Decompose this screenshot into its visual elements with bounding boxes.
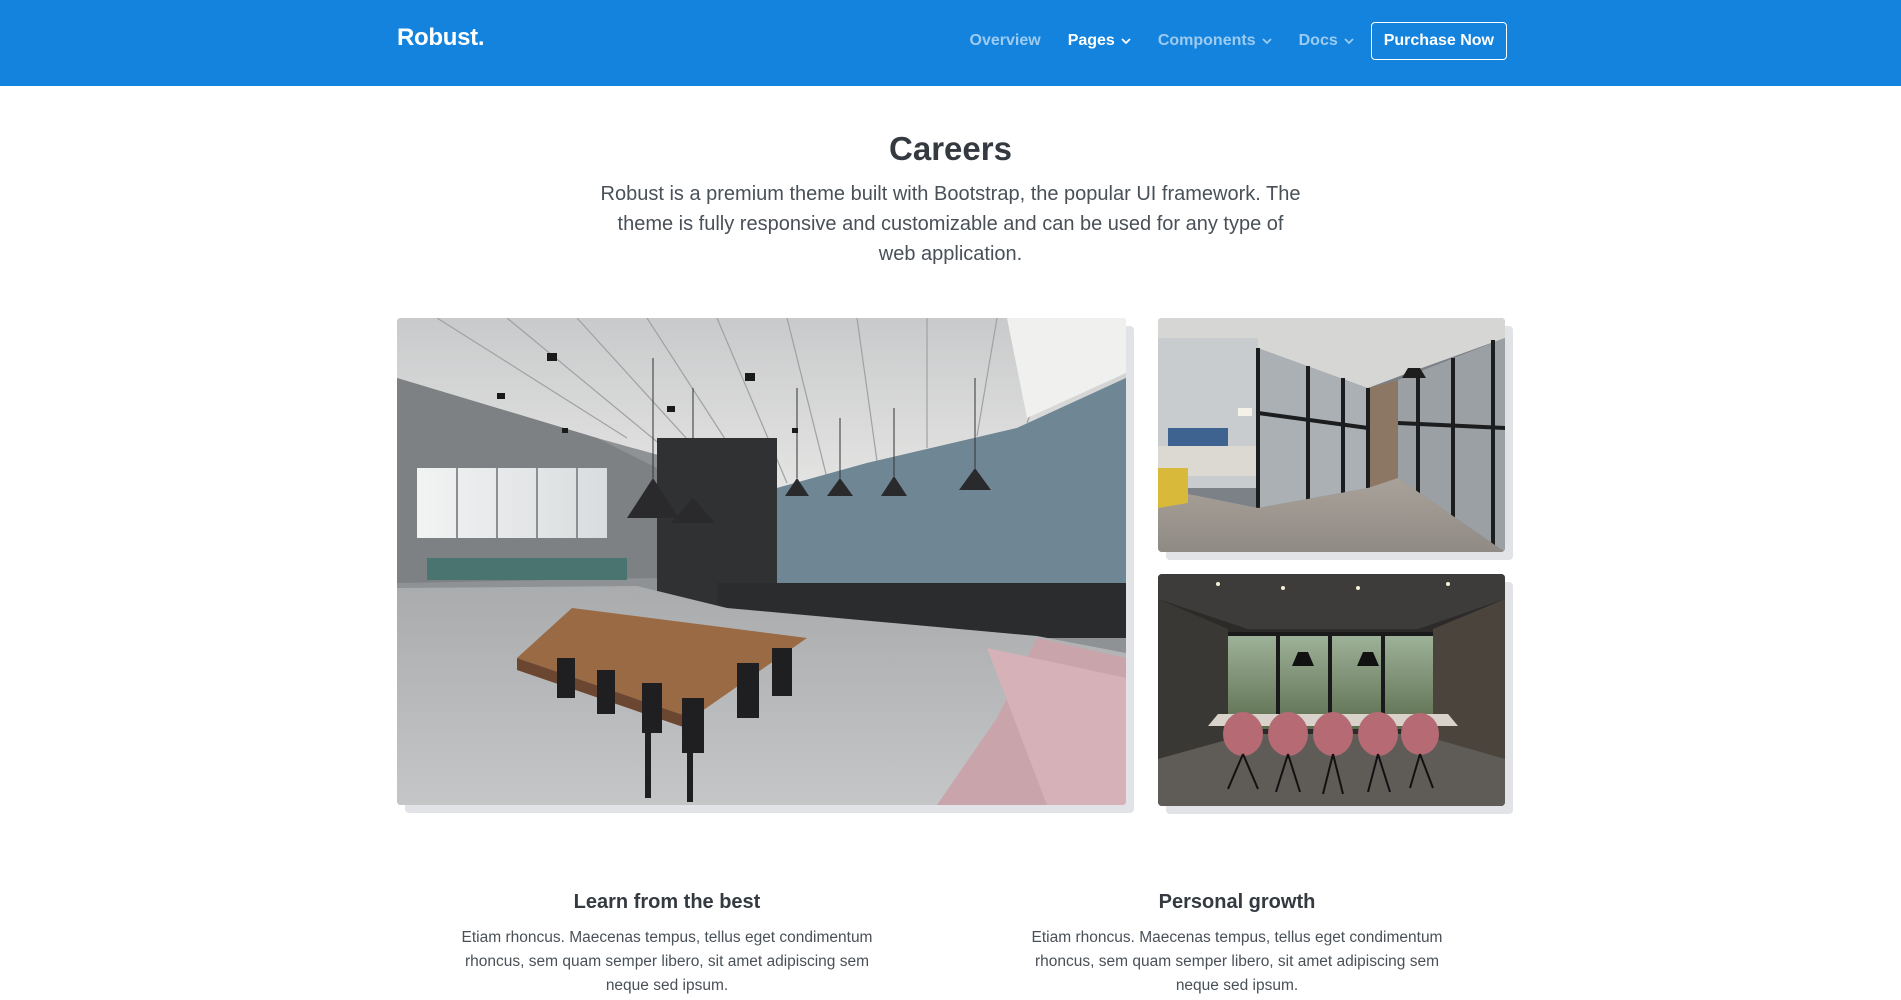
nav-components[interactable]: Components [1158,32,1272,50]
nav-components-label: Components [1157,32,1256,49]
nav-pages-label: Pages [1067,32,1115,49]
brand-logo[interactable]: Robust. [397,24,485,52]
page-lead: Robust is a premium theme built with Boo… [600,183,1301,265]
feature-learn: Learn from the best Etiam rhoncus. Maece… [452,891,882,998]
chevron-down-icon [1344,37,1354,44]
feature-learn-text: Etiam rhoncus. Maecenas tempus, tellus e… [461,929,873,994]
glass-corridor-photo [1158,318,1505,552]
nav-pages[interactable]: Pages [1068,32,1131,50]
nav-overview-label: Overview [969,32,1041,49]
nav-docs-label: Docs [1298,32,1338,49]
page-title: Careers [889,130,1012,167]
feature-growth-text: Etiam rhoncus. Maecenas tempus, tellus e… [1031,929,1443,994]
meeting-room-photo [1158,574,1505,806]
feature-growth: Personal growth Etiam rhoncus. Maecenas … [1022,891,1452,998]
top-navbar: Robust. Overview Pages Components Docs P… [0,0,1901,86]
office-kitchen-photo [397,318,1126,805]
feature-learn-title: Learn from the best [573,891,761,913]
nav-docs[interactable]: Docs [1299,32,1354,50]
chevron-down-icon [1121,37,1131,44]
purchase-now-button[interactable]: Purchase Now [1370,22,1507,60]
feature-growth-title: Personal growth [1158,891,1316,913]
nav-overview[interactable]: Overview [970,32,1041,50]
chevron-down-icon [1261,37,1272,44]
main-nav: Overview Pages Components Docs Purchase … [943,22,1507,60]
